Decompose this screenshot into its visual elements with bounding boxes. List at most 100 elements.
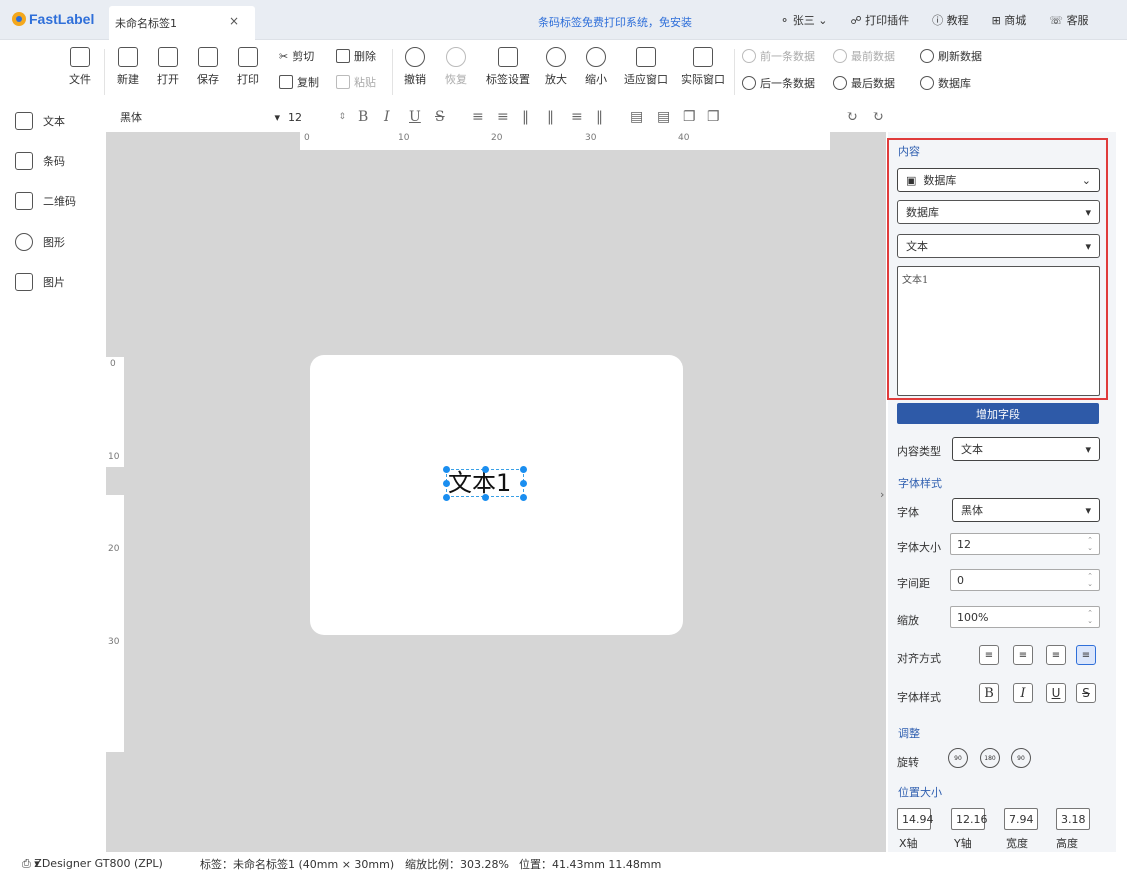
underline-icon[interactable]: U (409, 109, 421, 125)
zoom-out-button[interactable]: 缩小 (585, 47, 607, 87)
save-button[interactable]: 保存 (197, 47, 219, 87)
first-record-button[interactable]: 最前数据 (833, 48, 895, 64)
delete-button[interactable]: 删除 (336, 48, 376, 64)
new-button[interactable]: 新建 (117, 47, 139, 87)
paste-button[interactable]: 粘贴 (336, 74, 376, 90)
resize-handle[interactable] (443, 494, 450, 501)
add-field-button[interactable]: 增加字段 (897, 403, 1099, 424)
printer-name: ZDesigner GT800 (ZPL) (34, 856, 163, 870)
distribute-v-icon[interactable]: ‖ (596, 109, 603, 125)
design-canvas[interactable]: 0 10 20 30 40 0 10 20 30 文本1 (106, 132, 886, 852)
file-menu-button[interactable]: 文件 (69, 47, 91, 87)
fill-icon[interactable]: ▤ (630, 109, 643, 125)
y-position-input[interactable]: 12.16 (951, 808, 988, 830)
spinner-icon: ⇕ (338, 112, 346, 122)
promo-link[interactable]: 条码标签免费打印系统，免安装 (538, 14, 692, 30)
bring-front-icon[interactable]: ❐ (683, 109, 696, 125)
support-link[interactable]: ☏ 客服 (1049, 12, 1088, 28)
open-button[interactable]: 打开 (157, 47, 179, 87)
width-input[interactable]: 7.94 (1004, 808, 1038, 830)
rotate-180-icon[interactable]: ↻ (872, 109, 884, 125)
actual-window-button[interactable]: 实际窗口 (681, 47, 725, 87)
sidebar-item-text[interactable]: 文本 (15, 112, 65, 130)
underline-button[interactable]: U (1046, 683, 1066, 703)
spinner-icon[interactable]: ⌃ ⌄ (1087, 572, 1093, 588)
prev-record-button[interactable]: 前一条数据 (742, 48, 815, 64)
send-back-icon[interactable]: ❐ (707, 109, 720, 125)
close-tab-icon[interactable]: × (229, 14, 239, 28)
collapse-panel-icon[interactable]: › (880, 488, 884, 501)
fit-window-button[interactable]: 适应窗口 (624, 47, 668, 87)
resize-handle[interactable] (520, 494, 527, 501)
copy-button[interactable]: 复制 (279, 74, 319, 90)
resize-handle[interactable] (443, 466, 450, 473)
letter-spacing-input[interactable]: 0 ⌃ ⌄ (950, 569, 1100, 591)
font-family-select[interactable]: 黑体 ▾ (120, 108, 280, 126)
next-record-button[interactable]: 后一条数据 (742, 75, 815, 91)
font-size-input[interactable]: 12 ⌃ ⌄ (950, 533, 1100, 555)
first-record-label: 最前数据 (851, 50, 895, 63)
label-info: 标签：未命名标签1 (40mm × 30mm) (200, 857, 395, 871)
printer-select[interactable]: ⎙ ZDesigner GT800 (ZPL) ▾ (22, 857, 163, 871)
selected-text-element[interactable]: 文本1 (446, 469, 524, 497)
strikethrough-icon[interactable]: S (435, 109, 445, 125)
height-input[interactable]: 3.18 (1056, 808, 1090, 830)
bold-button[interactable]: B (979, 683, 999, 703)
zoom-in-button[interactable]: 放大 (545, 47, 567, 87)
italic-button[interactable]: I (1013, 683, 1033, 703)
resize-handle[interactable] (482, 466, 489, 473)
redo-button[interactable]: 恢复 (445, 47, 467, 87)
strikethrough-button[interactable]: S (1076, 683, 1096, 703)
align-left-icon[interactable]: ≡ (472, 109, 484, 125)
cut-button[interactable]: ✂ 剪切 (279, 48, 314, 64)
x-position-value: 14.94 (902, 812, 934, 826)
refresh-label: 刷新数据 (938, 50, 982, 63)
resize-handle[interactable] (443, 480, 450, 487)
align-justify-button[interactable]: ≡ (1076, 645, 1096, 665)
database-button[interactable]: 数据库 (920, 75, 971, 91)
pattern-icon[interactable]: ▤ (657, 109, 670, 125)
rotate-label: 旋转 (897, 756, 919, 769)
x-position-input[interactable]: 14.94 (897, 808, 934, 830)
align-middle-icon[interactable]: ≡ (571, 109, 583, 125)
align-bottom-icon[interactable]: ‖ (547, 109, 554, 125)
scale-input[interactable]: 100% ⌃ ⌄ (950, 606, 1100, 628)
font-size-stepper[interactable]: 12 ⇕ (288, 108, 346, 126)
resize-handle[interactable] (520, 466, 527, 473)
spinner-icon[interactable]: ⌃ ⌄ (1087, 609, 1093, 625)
sidebar-item-barcode[interactable]: 条码 (15, 152, 65, 170)
font-select[interactable]: 黑体 ▾ (952, 498, 1100, 522)
bold-icon[interactable]: B (358, 109, 368, 125)
prev-record-label: 前一条数据 (760, 50, 815, 63)
align-center-icon[interactable]: ≡ (497, 109, 509, 125)
rotate-180-icon[interactable]: 180 (980, 748, 1000, 768)
sidebar-item-shape[interactable]: 图形 (15, 233, 65, 251)
align-right-button[interactable]: ≡ (1046, 645, 1066, 665)
tutorial-link[interactable]: ⓘ 教程 (932, 12, 969, 28)
content-type-select[interactable]: 文本 ▾ (952, 437, 1100, 461)
document-tab[interactable]: 未命名标签1 × (109, 6, 255, 40)
align-center-button[interactable]: ≡ (1013, 645, 1033, 665)
alignment-label: 对齐方式 (897, 652, 941, 665)
sidebar-item-qrcode[interactable]: 二维码 (15, 192, 76, 210)
print-plugin-link[interactable]: ☍ 打印插件 (850, 12, 909, 28)
resize-handle[interactable] (482, 494, 489, 501)
distribute-h-icon[interactable]: ‖ (522, 109, 529, 125)
spinner-icon[interactable]: ⌃ ⌄ (1087, 536, 1093, 552)
undo-button[interactable]: 撤销 (404, 47, 426, 87)
print-button[interactable]: 打印 (237, 47, 259, 87)
italic-icon[interactable]: I (384, 109, 390, 125)
refresh-data-button[interactable]: 刷新数据 (920, 48, 982, 64)
rotate-neg90-icon[interactable]: 90 (1011, 748, 1031, 768)
label-settings-button[interactable]: 标签设置 (486, 47, 530, 87)
sidebar-item-image[interactable]: 图片 (15, 273, 65, 291)
rotate-90-icon[interactable]: 90 (948, 748, 968, 768)
align-left-button[interactable]: ≡ (979, 645, 999, 665)
resize-handle[interactable] (520, 480, 527, 487)
letter-spacing-label: 字间距 (897, 577, 930, 590)
divider (392, 49, 393, 95)
user-menu[interactable]: ⚬ 张三 ⌄ (780, 12, 827, 28)
shop-link[interactable]: ⊞ 商城 (992, 12, 1027, 28)
rotate-90-icon[interactable]: ↻ (846, 109, 858, 125)
last-record-button[interactable]: 最后数据 (833, 75, 895, 91)
